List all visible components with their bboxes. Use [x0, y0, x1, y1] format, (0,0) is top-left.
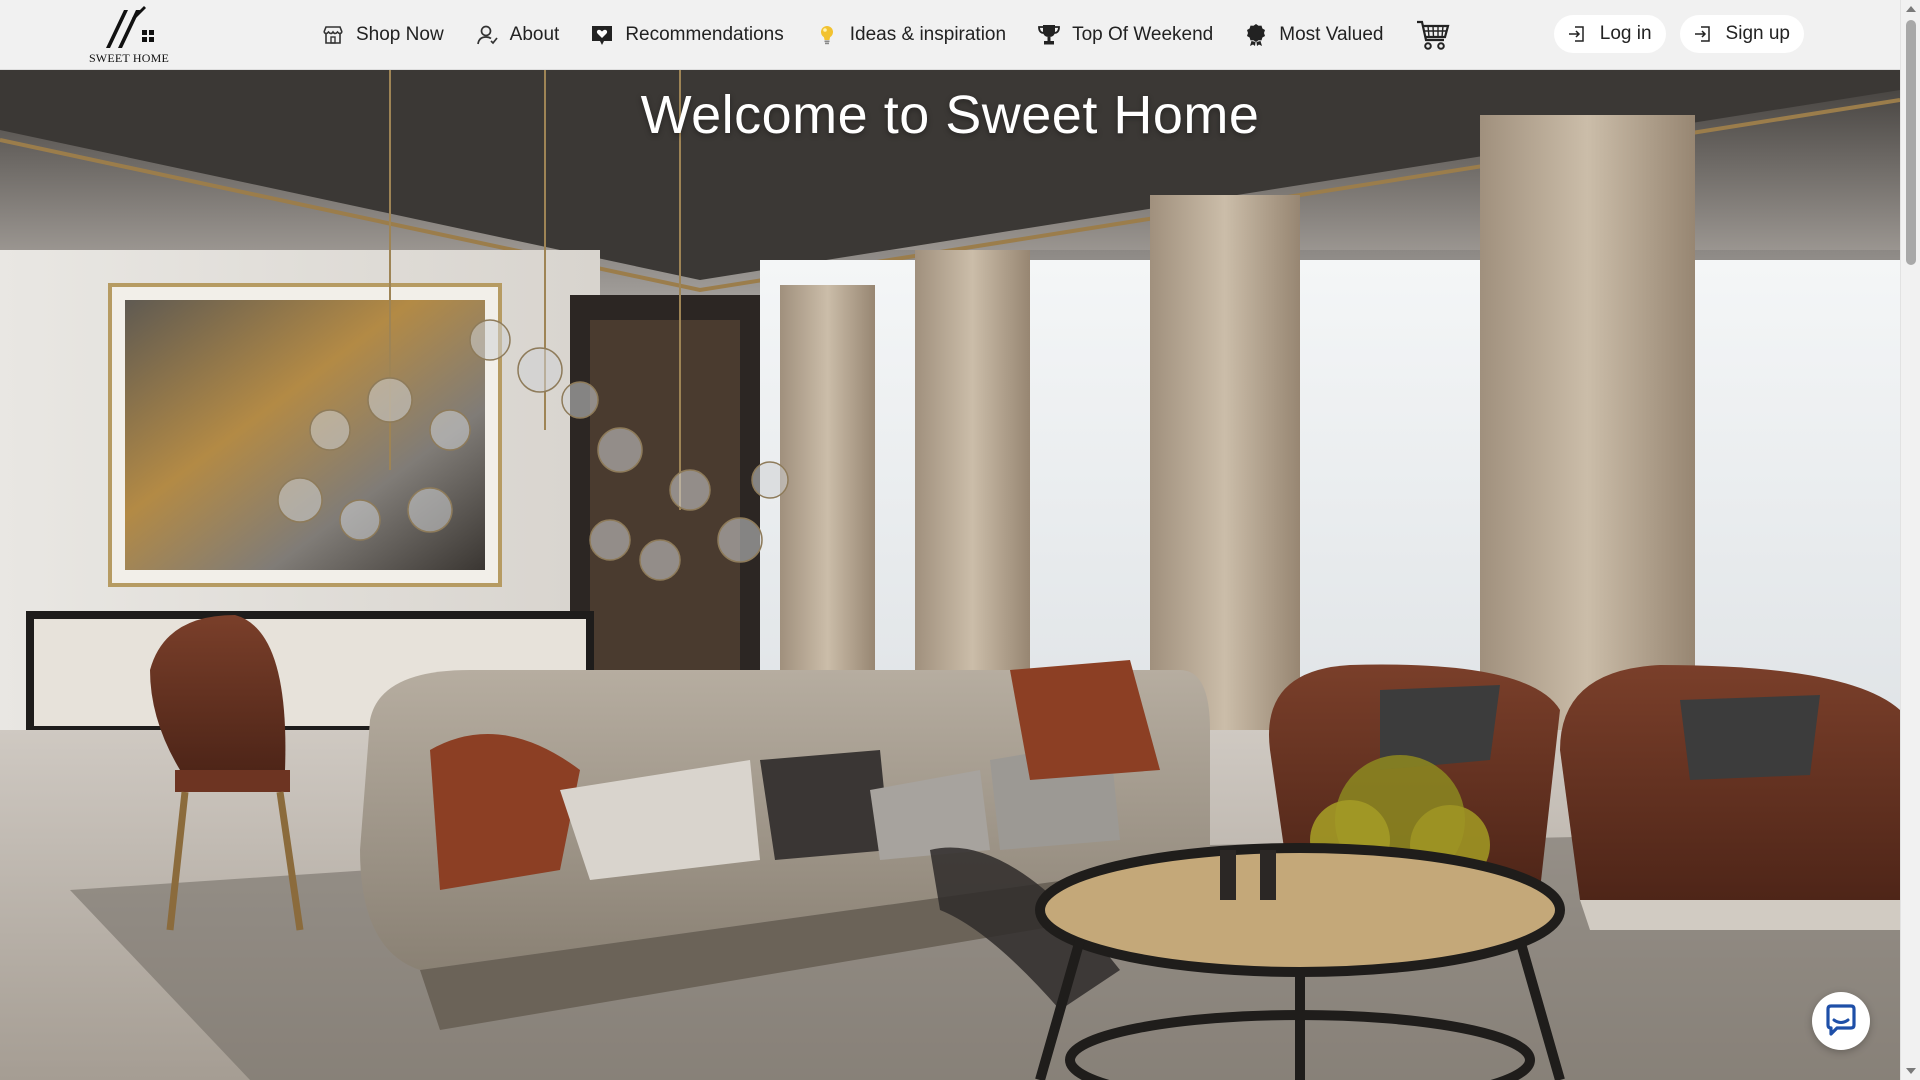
scroll-up-icon[interactable] [1906, 6, 1916, 12]
logo-mark-icon [106, 6, 154, 48]
nav-most-valued[interactable]: Most Valued [1243, 15, 1383, 55]
chat-widget-button[interactable] [1812, 992, 1870, 1050]
login-button[interactable]: Log in [1553, 15, 1666, 53]
nav-label: Ideas & inspiration [849, 24, 1007, 45]
nav-top-of-weekend[interactable]: Top Of Weekend [1036, 15, 1213, 55]
lightbulb-icon [814, 22, 840, 48]
login-icon [1568, 26, 1584, 42]
signup-icon [1694, 26, 1710, 42]
brand-name: SWEET HOME [88, 51, 170, 65]
nav-label: Recommendations [625, 24, 784, 45]
cart-button[interactable] [1415, 17, 1451, 53]
trophy-icon [1036, 22, 1062, 48]
nav-recommendations[interactable]: Recommendations [589, 15, 784, 55]
nav-label: About [509, 24, 560, 45]
nav-ideas-inspiration[interactable]: Ideas & inspiration [814, 15, 1006, 55]
living-room-photo [0, 70, 1900, 1080]
nav-label: Shop Now [356, 24, 444, 45]
nav-about[interactable]: About [474, 15, 560, 55]
hero-title: Welcome to Sweet Home [640, 85, 1260, 145]
auth-actions: Log in Sign up [1553, 15, 1804, 53]
scroll-down-icon[interactable] [1906, 1068, 1916, 1074]
page-scrollbar[interactable] [1900, 0, 1920, 1080]
main-nav: Shop Now About Recommendations Ideas & i… [320, 0, 1451, 70]
heart-badge-icon [589, 22, 615, 48]
chat-bubble-icon [1826, 1004, 1856, 1036]
site-logo[interactable]: SWEET HOME [86, 4, 172, 66]
person-icon [474, 22, 500, 48]
nav-shop-now[interactable]: Shop Now [320, 15, 444, 55]
nav-label: Most Valued [1279, 24, 1384, 45]
login-label: Log in [1599, 23, 1652, 44]
hero-banner: Welcome to Sweet Home [0, 70, 1900, 1080]
cart-icon [1417, 20, 1450, 50]
nav-label: Top Of Weekend [1072, 24, 1214, 45]
top-navbar: SWEET HOME Shop Now About Recommendation… [0, 0, 1900, 70]
store-icon [320, 22, 346, 48]
signup-label: Sign up [1725, 23, 1790, 44]
scrollbar-thumb[interactable] [1906, 20, 1916, 265]
award-ribbon-icon [1243, 22, 1269, 48]
signup-button[interactable]: Sign up [1679, 15, 1804, 53]
